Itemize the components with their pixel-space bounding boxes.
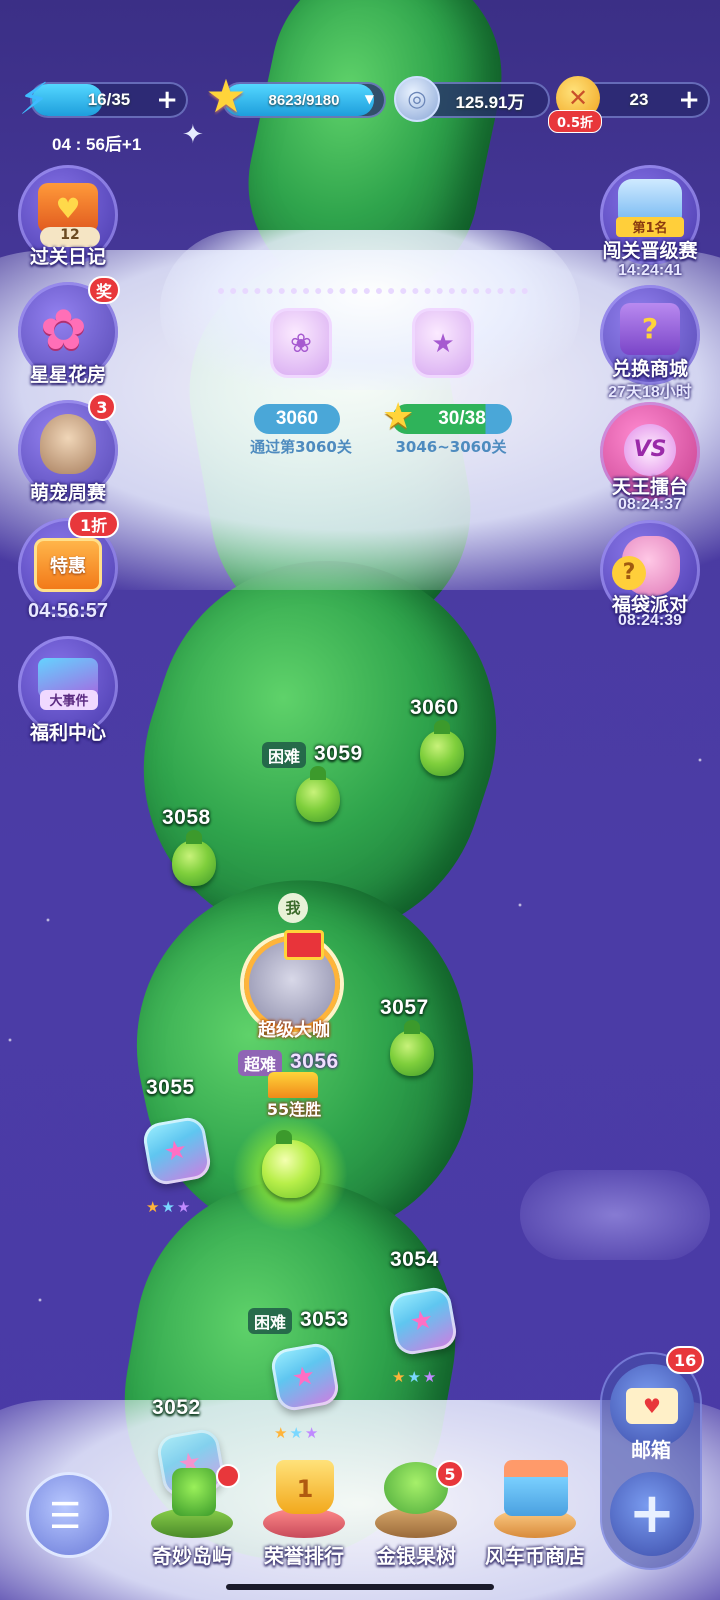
level-number: 3060 (410, 696, 459, 719)
exchange-shop-label: 兑换商城 (611, 358, 688, 380)
level-number: 3056 (290, 1050, 339, 1073)
star-icon: ★ (205, 69, 247, 123)
three-stars-icon: ★★★ (146, 1198, 193, 1216)
level-node-3058[interactable] (172, 830, 216, 886)
level-number: 3059 (314, 742, 363, 765)
shop-stall-icon: 特惠 (34, 538, 102, 592)
star-padlock-icon[interactable]: ★ (412, 308, 474, 378)
nav-windmill-shop[interactable]: 风车币商店 (470, 1460, 600, 1569)
greenhouse-reward-badge: 奖 (88, 276, 121, 304)
level-number: 3053 (300, 1308, 349, 1331)
level-diary-label: 过关日记 (29, 246, 106, 268)
level-node-3054[interactable]: ★ (387, 1285, 459, 1357)
crown-icon (284, 930, 324, 960)
trophy-crown-icon: 1 (276, 1460, 334, 1514)
mailbox-label: 邮箱 (631, 1438, 671, 1462)
chain (218, 288, 528, 308)
difficulty-tag: 困难 (262, 742, 307, 768)
player-title: 超级大咖 (258, 1020, 330, 1041)
three-stars-icon: ★★★ (274, 1424, 321, 1442)
energy-plus-button[interactable]: + (156, 87, 178, 113)
menu-list-icon: ☰ (49, 1496, 82, 1537)
rank-tag: 第1名 (616, 217, 684, 237)
cat-icon (40, 414, 96, 474)
three-stars-icon: ★★★ (392, 1368, 439, 1386)
envelope-icon: ♥ (626, 1388, 678, 1424)
lightning-icon: ⚡ (18, 73, 50, 125)
sparkle-icon: ✦ (182, 120, 204, 150)
windmill-coin-icon: ◎ (394, 76, 440, 122)
king-arena-timer: 08:24:37 (617, 496, 683, 513)
chest-level-caption: 通过第3060关 (250, 438, 352, 456)
notification-dot (216, 1464, 240, 1488)
nav-honor-ranking[interactable]: 1 荣誉排行 (244, 1460, 364, 1569)
me-marker: 我 (278, 893, 308, 923)
level-number: 3058 (162, 806, 211, 829)
tree-badge: 5 (436, 1460, 464, 1488)
diary-book-icon: ♥ (38, 183, 98, 233)
level-node-3059[interactable] (296, 766, 340, 822)
tickets-plus-button[interactable]: + (678, 87, 700, 113)
padlock-icon[interactable]: ❀ (270, 308, 332, 378)
progress-star-icon: ★ (382, 396, 415, 437)
big-event-tag: 大事件 (40, 690, 98, 710)
level-node-3056[interactable] (262, 1130, 320, 1198)
exchange-shop-timer: 27天18小时 (608, 384, 692, 401)
gift-star-icon: ★ (407, 1304, 436, 1339)
energy-regen-timer: 04 : 56后+1 (52, 135, 142, 154)
welfare-center-label: 福利中心 (29, 722, 106, 744)
gift-star-icon: ★ (161, 1134, 190, 1169)
level-node-3060[interactable] (420, 720, 464, 776)
level-number: 3055 (146, 1076, 195, 1099)
mailbox-badge: 16 (666, 1346, 705, 1374)
discount-badge: 0.5折 (548, 110, 603, 133)
level-number: 3054 (390, 1248, 439, 1271)
nav-wonder-island-label: 奇妙岛屿 (152, 1544, 232, 1568)
shop-building-icon (504, 1460, 568, 1516)
lucky-bag-party-timer: 08:24:39 (617, 612, 683, 629)
pet-weekly-label: 萌宠周赛 (29, 482, 106, 504)
chest-stars-caption: 3046~3060关 (395, 438, 507, 456)
nav-windmill-shop-label: 风车币商店 (485, 1544, 585, 1568)
special-offer-badge: 1折 (68, 510, 120, 538)
right-dock: ♥ 邮箱 + (600, 1352, 702, 1570)
special-offer-timer: 04:56:57 (27, 600, 109, 622)
mystery-box-icon: ? (620, 303, 680, 355)
king-arena-label: 天王擂台 (611, 476, 688, 498)
question-coin-icon: ? (612, 556, 646, 590)
gift-star-icon: ★ (289, 1360, 318, 1395)
flower-icon: ✿ (40, 298, 87, 363)
level-node-3053[interactable]: ★ (269, 1341, 341, 1413)
pet-weekly-badge: 3 (88, 393, 116, 421)
special-offer-label: 特惠 (50, 556, 86, 577)
level-number: 3057 (380, 996, 429, 1019)
level-node-3057[interactable] (390, 1020, 434, 1076)
vs-icon: VS (624, 424, 676, 476)
sprout-icon (172, 1468, 216, 1516)
promotion-contest-timer: 14:24:41 (617, 262, 683, 279)
nav-honor-ranking-label: 荣誉排行 (264, 1544, 344, 1568)
level-number: 3052 (152, 1396, 201, 1419)
level-node-3055[interactable]: ★ (141, 1115, 213, 1187)
chevron-down-icon: ▼ (364, 92, 374, 106)
menu-button[interactable]: ☰ (26, 1472, 112, 1558)
home-indicator (226, 1584, 494, 1590)
promotion-contest-label: 闯关晋级赛 (602, 240, 698, 262)
star-greenhouse-label: 星星花房 (29, 364, 106, 386)
chest-level-value: 3060 (254, 404, 340, 434)
add-plus-button[interactable]: + (610, 1472, 694, 1556)
difficulty-tag: 困难 (248, 1308, 293, 1334)
streak-crown-icon (268, 1072, 318, 1098)
nav-gold-silver-tree-label: 金银果树 (376, 1544, 456, 1568)
